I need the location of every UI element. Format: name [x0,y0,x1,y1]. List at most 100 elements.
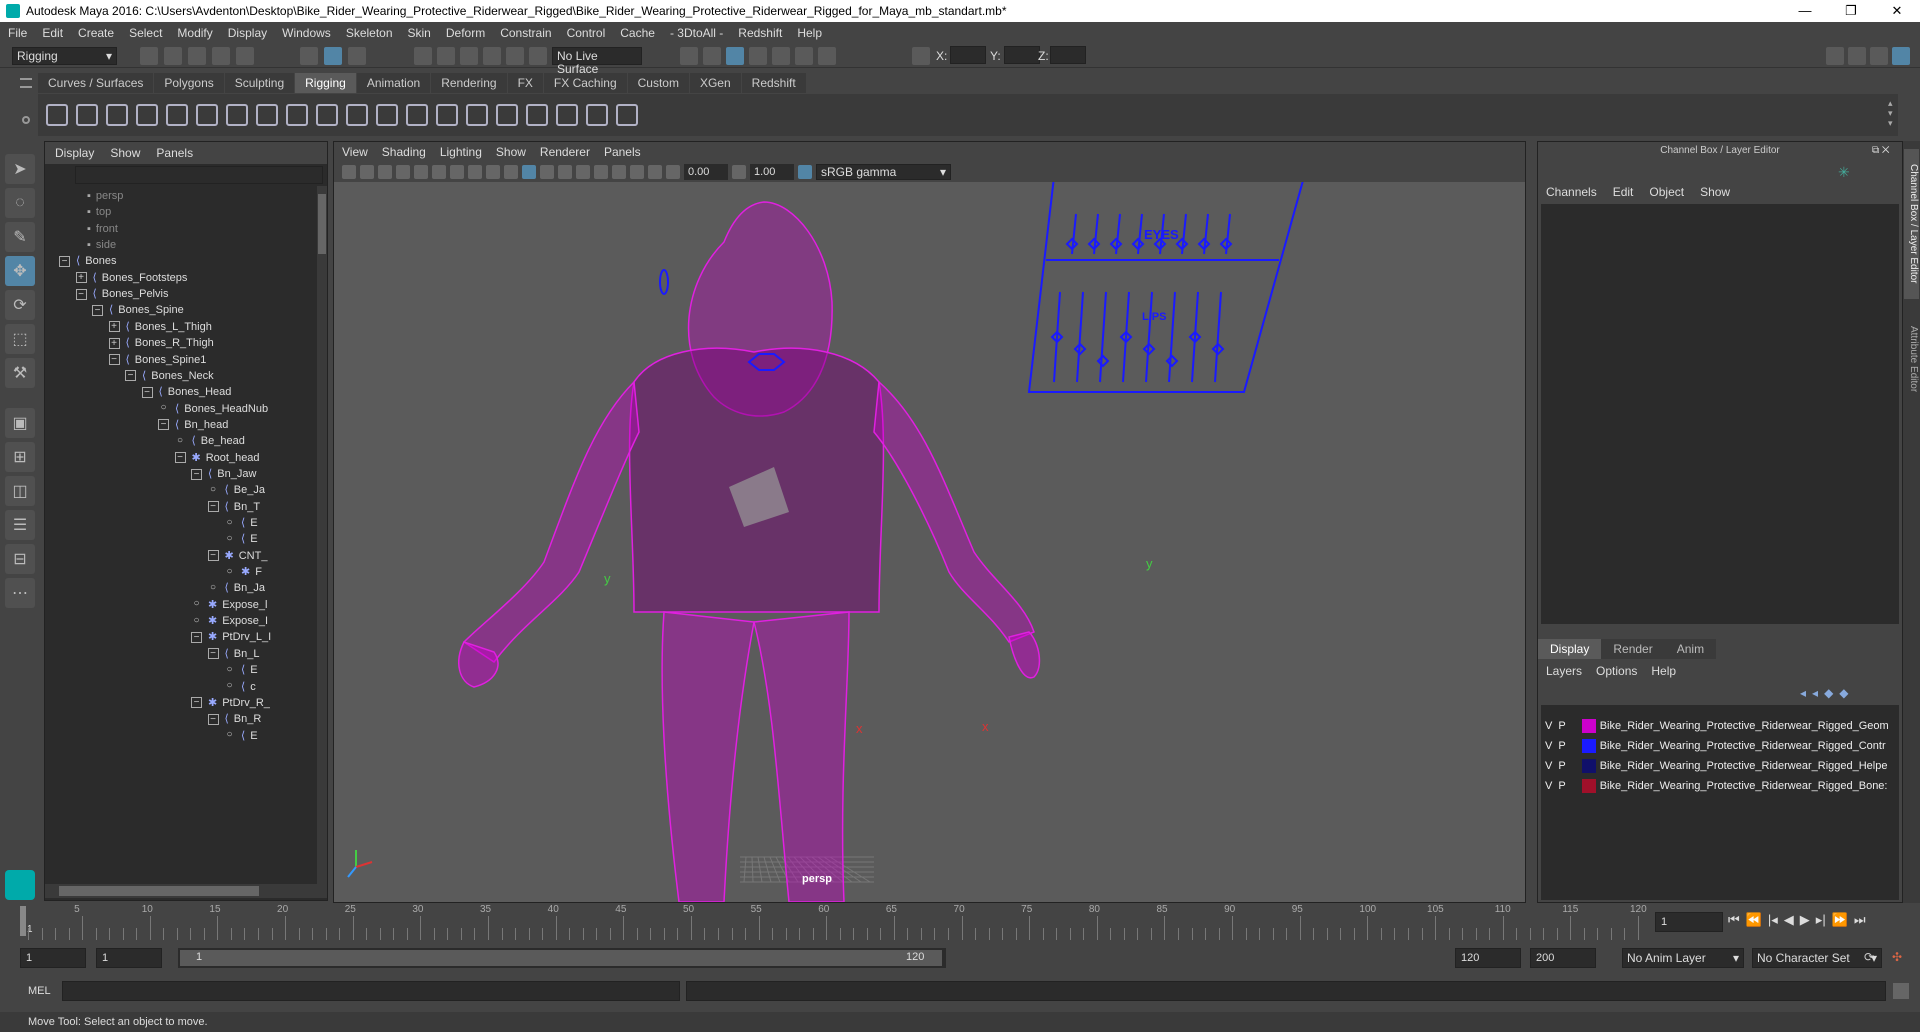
custom-layout-icon[interactable]: ⋯ [5,578,35,608]
auto-key-icon[interactable]: ⟳ [1864,950,1874,964]
graph-layout-icon[interactable]: ⊟ [5,544,35,574]
field-chart-icon[interactable] [486,165,500,179]
menu-skeleton[interactable]: Skeleton [346,26,393,40]
move-tool-icon[interactable]: ✥ [5,256,35,286]
cluster-icon[interactable] [286,104,308,126]
rotate-tool-icon[interactable]: ⟳ [5,290,35,320]
shelf-tab-fx[interactable]: FX [507,73,543,93]
minimize-button[interactable]: — [1782,3,1828,19]
select-tool-icon[interactable]: ➤ [5,154,35,184]
outliner-search-field[interactable] [75,166,323,184]
step-back-key-icon[interactable]: ⏪ [1746,912,1762,928]
outliner-row[interactable]: ○ ⟨ E [224,726,257,746]
pole-vector-icon[interactable] [496,104,518,126]
layer-tab-display[interactable]: Display [1538,639,1602,659]
maya-home-icon[interactable] [5,870,35,900]
shelf-tab-fx-caching[interactable]: FX Caching [543,73,627,93]
open-scene-icon[interactable] [164,47,182,65]
layer-visibility-toggle[interactable]: V [1545,760,1552,772]
maximize-button[interactable]: ❐ [1828,3,1874,19]
layer-visibility-toggle[interactable]: V [1545,740,1552,752]
time-slider[interactable]: 1 5 10 15 20 25 30 35 40 45 50 55 60 65 70 75 80 85 90 95 1… [0,904,1920,942]
shelf-tab-rigging[interactable]: Rigging [295,73,356,93]
step-back-frame-icon[interactable]: |◂ [1768,912,1778,928]
ik-spline-icon[interactable] [106,104,128,126]
gamma-field[interactable]: 1.00 [750,164,794,180]
character-set-dropdown[interactable]: No Character Set ▾ [1752,948,1882,968]
menu-create[interactable]: Create [78,26,114,40]
render-setup-icon[interactable] [818,47,836,65]
new-scene-icon[interactable] [140,47,158,65]
animation-end-field[interactable]: 200 [1530,948,1596,968]
bind-skin-icon[interactable] [136,104,158,126]
layer-playback-toggle[interactable]: P [1558,720,1565,732]
hud-icon[interactable] [648,165,662,179]
layer-color-swatch[interactable] [1581,759,1596,774]
paint-select-icon[interactable]: ✎ [5,222,35,252]
outliner-layout-icon[interactable]: ☰ [5,510,35,540]
anim-layer-dropdown[interactable]: No Anim Layer ▾ [1622,948,1744,968]
construction-history-icon[interactable] [680,47,698,65]
scene-view[interactable]: EYES LIPS y y x x persp [334,182,1525,902]
menu-deform[interactable]: Deform [446,26,485,40]
menu-windows[interactable]: Windows [282,26,331,40]
layer-visibility-toggle[interactable]: V [1545,780,1552,792]
menu-control[interactable]: Control [567,26,606,40]
render-current-icon[interactable] [726,47,744,65]
viewport-menu-show[interactable]: Show [496,145,526,159]
display-layer-row[interactable]: V P Bike_Rider_Wearing_Protective_Riderwea… [1545,717,1889,735]
modeling-toolkit-icon[interactable] [1826,47,1844,65]
transform-mode-icon[interactable] [912,47,930,65]
smooth-shade-icon[interactable] [540,165,554,179]
collapse-icon[interactable]: − [141,386,153,398]
new-layer-from-selection-icon[interactable]: ◆ [1839,686,1848,700]
move-layer-up-icon[interactable]: ◂ [1800,686,1806,700]
viewport-menu-renderer[interactable]: Renderer [540,145,590,159]
layer-visibility-toggle[interactable]: V [1545,720,1552,732]
layer-tab-render[interactable]: Render [1601,639,1665,659]
display-layer-row[interactable]: V P Bike_Rider_Wearing_Protective_Riderwea… [1545,757,1887,775]
joint-tool-icon[interactable] [46,104,68,126]
collapse-icon[interactable]: − [207,501,219,513]
perspective-viewport[interactable]: View Shading Lighting Show Renderer Panels 0.… [333,141,1526,903]
shelf-tab-animation[interactable]: Animation [356,73,431,93]
shelf-menu-icon[interactable] [20,78,32,88]
collapse-icon[interactable]: − [207,550,219,562]
xray-icon[interactable] [576,165,590,179]
playback-end-field[interactable]: 120 [1455,948,1521,968]
tool-settings-icon[interactable] [1870,47,1888,65]
layer-menu-help[interactable]: Help [1651,664,1676,678]
play-backwards-icon[interactable]: ◀ [1784,912,1794,928]
collapse-icon[interactable]: − [207,648,219,660]
range-slider-track[interactable]: 1 120 [178,948,946,968]
collapse-icon[interactable]: − [191,697,202,709]
wire-icon[interactable] [316,104,338,126]
gate-mask-icon[interactable] [468,165,482,179]
shelf-tab-polygons[interactable]: Polygons [154,73,224,93]
display-layer-row[interactable]: V P Bike_Rider_Wearing_Protective_Riderwea… [1545,737,1886,755]
new-layer-icon[interactable]: ◆ [1824,686,1833,700]
image-plane-icon[interactable] [396,165,410,179]
collapse-icon[interactable]: − [125,370,136,382]
select-hierarchy-icon[interactable] [300,47,318,65]
menu-display[interactable]: Display [228,26,267,40]
z-field[interactable] [1050,46,1086,64]
attribute-editor-side-tab[interactable]: Attribute Editor [1904,309,1919,409]
save-scene-icon[interactable] [188,47,206,65]
menu-cache[interactable]: Cache [620,26,655,40]
outliner-menu-show[interactable]: Show [110,146,140,160]
expand-icon[interactable]: + [108,321,120,333]
undo-icon[interactable] [212,47,230,65]
wireframe-icon[interactable] [522,165,536,179]
channel-box-side-tab[interactable]: Channel Box / Layer Editor [1904,149,1919,299]
range-slider-bar[interactable] [180,950,942,966]
live-surface-field[interactable]: No Live Surface [552,47,642,76]
shelf-tab-custom[interactable]: Custom [627,73,689,93]
layer-playback-toggle[interactable]: P [1558,740,1565,752]
lasso-tool-icon[interactable]: ◌ [5,188,35,218]
channel-key-icon[interactable]: ✳ [1838,164,1850,181]
point-constraint-icon[interactable] [346,104,368,126]
current-frame-field[interactable]: 1 [1655,912,1723,932]
shelf-tab-curves-surfaces[interactable]: Curves / Surfaces [38,73,154,93]
outliner-menu-panels[interactable]: Panels [156,146,193,160]
